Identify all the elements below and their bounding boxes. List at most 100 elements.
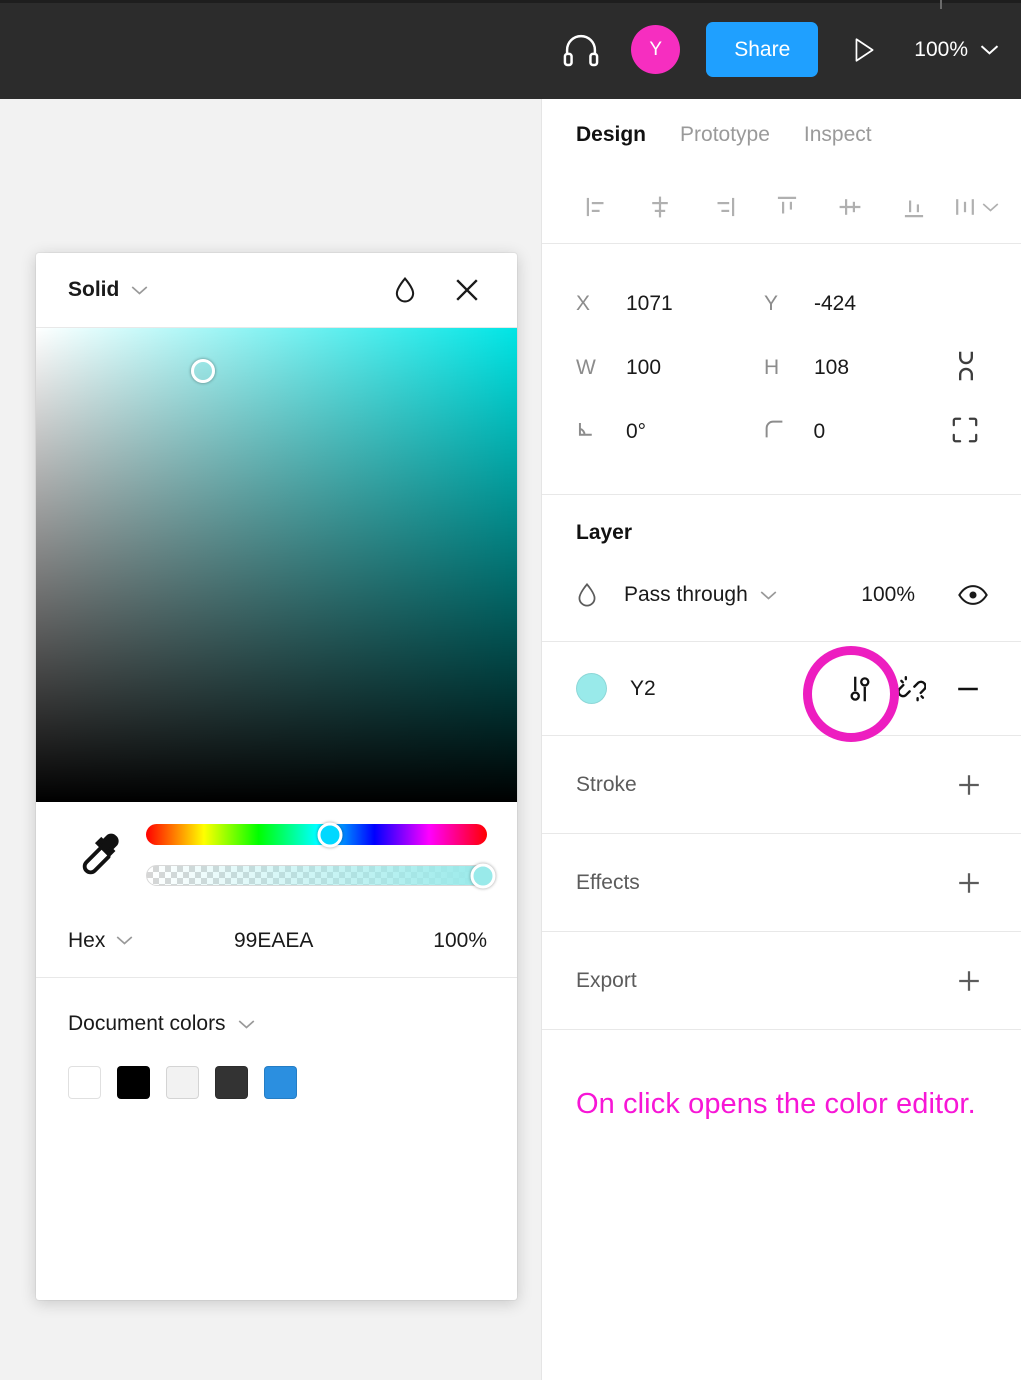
blend-mode-value[interactable]: Pass through bbox=[624, 583, 748, 607]
hex-value-row: Hex 99EAEA 100% bbox=[36, 904, 517, 978]
blend-mode-row: Pass through 100% bbox=[576, 571, 991, 619]
headphone-icon[interactable] bbox=[555, 24, 607, 76]
corner-radius-value: 0 bbox=[813, 420, 826, 443]
fill-color-swatch[interactable] bbox=[576, 673, 607, 704]
tab-design[interactable]: Design bbox=[576, 123, 646, 147]
h-label: H bbox=[764, 356, 780, 379]
saturation-value-field[interactable] bbox=[36, 328, 517, 802]
align-vertical-center-icon[interactable] bbox=[825, 185, 875, 229]
plus-icon[interactable] bbox=[947, 861, 991, 905]
size-row: W 100 H 108 bbox=[576, 336, 991, 400]
chevron-down-icon[interactable] bbox=[760, 590, 777, 601]
color-picker-popover: Solid Hex 99EAEA 100% Document colors bbox=[36, 253, 517, 1300]
droplet-icon bbox=[576, 582, 610, 608]
rotation-icon bbox=[576, 419, 626, 446]
align-left-icon[interactable] bbox=[572, 185, 622, 229]
paint-type-label[interactable]: Solid bbox=[68, 278, 119, 302]
tab-prototype[interactable]: Prototype bbox=[680, 123, 770, 147]
color-swatch[interactable] bbox=[215, 1066, 248, 1099]
eye-icon[interactable] bbox=[955, 580, 991, 610]
color-sliders bbox=[36, 802, 517, 904]
height-field[interactable]: H 108 bbox=[764, 356, 952, 380]
h-value: 108 bbox=[814, 356, 850, 379]
color-format-label: Hex bbox=[68, 928, 106, 952]
distribute-icon[interactable] bbox=[952, 194, 999, 220]
hue-slider[interactable] bbox=[146, 822, 487, 847]
corner-radius-field[interactable]: 0 bbox=[764, 419, 952, 446]
broken-link-icon[interactable] bbox=[889, 666, 935, 712]
chevron-down-icon bbox=[117, 936, 133, 945]
layer-opacity-value[interactable]: 100% bbox=[861, 583, 915, 607]
figma-editor-window: Y Share 100% Solid Hex 99EAEA 100% Docum… bbox=[0, 0, 1021, 1380]
align-bottom-icon[interactable] bbox=[889, 185, 939, 229]
position-row: X 1071 Y -424 bbox=[576, 272, 991, 336]
document-colors-section: Document colors bbox=[36, 978, 517, 1099]
document-colors-swatches bbox=[68, 1066, 485, 1099]
minus-icon[interactable] bbox=[945, 666, 991, 712]
annotation-text: On click opens the color editor. bbox=[576, 1088, 976, 1120]
play-icon[interactable] bbox=[840, 24, 888, 76]
avatar-initial: Y bbox=[649, 38, 663, 60]
chevron-down-icon[interactable] bbox=[131, 285, 148, 296]
x-field[interactable]: X 1071 bbox=[576, 292, 764, 316]
link-constrain-icon[interactable] bbox=[953, 350, 979, 387]
y-field[interactable]: Y -424 bbox=[764, 292, 952, 316]
stroke-section[interactable]: Stroke bbox=[542, 736, 1021, 834]
share-button[interactable]: Share bbox=[706, 22, 819, 77]
align-horizontal-center-icon[interactable] bbox=[635, 185, 685, 229]
w-label: W bbox=[576, 356, 596, 379]
y-label: Y bbox=[764, 292, 779, 315]
document-colors-label: Document colors bbox=[68, 1012, 226, 1035]
sliders-icon[interactable] bbox=[837, 666, 883, 712]
alpha-slider[interactable] bbox=[146, 863, 496, 888]
align-right-icon[interactable] bbox=[699, 185, 749, 229]
independent-corners-icon[interactable] bbox=[951, 416, 979, 449]
rotation-corner-row: 0° 0 bbox=[576, 400, 991, 464]
droplet-icon[interactable] bbox=[385, 270, 425, 310]
layer-section-title: Layer bbox=[576, 521, 633, 544]
right-sidebar: Design Prototype Inspect X 1071 Y -424 W… bbox=[541, 99, 1021, 1380]
x-value: 1071 bbox=[626, 292, 673, 315]
tab-inspect[interactable]: Inspect bbox=[804, 123, 872, 147]
hex-input[interactable]: 99EAEA bbox=[208, 929, 397, 953]
w-value: 100 bbox=[626, 356, 662, 379]
document-colors-header[interactable]: Document colors bbox=[68, 1012, 485, 1036]
rotation-value: 0° bbox=[626, 420, 647, 443]
plus-icon[interactable] bbox=[947, 763, 991, 807]
zoom-control[interactable]: 100% bbox=[914, 38, 999, 62]
fill-style-name[interactable]: Y2 bbox=[630, 677, 656, 701]
layer-section: Layer Pass through 100% bbox=[542, 495, 1021, 641]
color-swatch[interactable] bbox=[264, 1066, 297, 1099]
color-swatch[interactable] bbox=[117, 1066, 150, 1099]
stroke-title: Stroke bbox=[576, 772, 637, 796]
chevron-down-icon bbox=[982, 202, 999, 212]
panel-tabs: Design Prototype Inspect bbox=[542, 99, 1021, 171]
alpha-input[interactable]: 100% bbox=[397, 929, 487, 953]
rotation-field[interactable]: 0° bbox=[576, 419, 764, 446]
zoom-level: 100% bbox=[914, 37, 968, 61]
avatar[interactable]: Y bbox=[631, 25, 681, 74]
alignment-toolbar bbox=[542, 171, 1021, 244]
y-value: -424 bbox=[814, 292, 857, 315]
color-format-selector[interactable]: Hex bbox=[68, 929, 208, 953]
alpha-slider-handle[interactable] bbox=[470, 863, 496, 888]
export-title: Export bbox=[576, 968, 637, 992]
color-swatch[interactable] bbox=[166, 1066, 199, 1099]
close-icon[interactable] bbox=[447, 270, 487, 310]
corner-radius-icon bbox=[764, 419, 814, 446]
fill-layer-row: Y2 bbox=[542, 641, 1021, 742]
x-label: X bbox=[576, 292, 591, 315]
align-top-icon[interactable] bbox=[762, 185, 812, 229]
export-section[interactable]: Export bbox=[542, 932, 1021, 1030]
plus-icon[interactable] bbox=[947, 959, 991, 1003]
width-field[interactable]: W 100 bbox=[576, 356, 764, 380]
hue-slider-handle[interactable] bbox=[317, 822, 343, 847]
sv-cursor-handle[interactable] bbox=[190, 358, 215, 383]
chevron-down-icon bbox=[238, 1019, 254, 1029]
effects-section[interactable]: Effects bbox=[542, 834, 1021, 932]
transform-properties: X 1071 Y -424 W 100 H 108 0° 0 bbox=[542, 244, 1021, 495]
eyedropper-icon[interactable] bbox=[76, 829, 122, 881]
effects-title: Effects bbox=[576, 870, 640, 894]
color-swatch[interactable] bbox=[68, 1066, 101, 1099]
chevron-down-icon bbox=[980, 44, 999, 55]
